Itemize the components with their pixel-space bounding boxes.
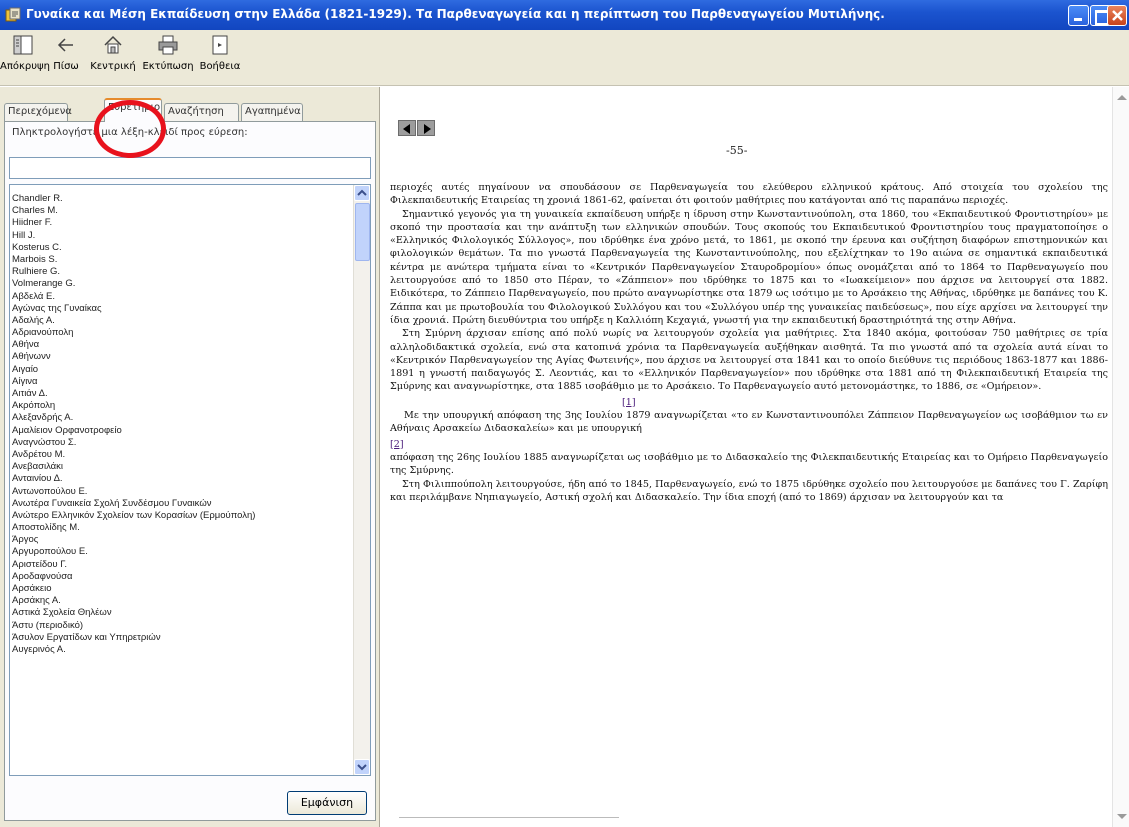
content-scrollbar[interactable] [1112, 87, 1129, 827]
paragraph-5-start: απόφαση [390, 451, 435, 463]
paragraph-6: Στη Φιλιππούπολη λειτουργούσε, ήδη από τ… [390, 478, 1108, 503]
index-list-item[interactable]: Αδαλής Α. [12, 315, 352, 327]
index-list-item[interactable]: Αρσάκειο [12, 583, 352, 595]
index-list-item[interactable]: Αθήνωνν [12, 351, 352, 363]
index-list-item[interactable]: Rulhiere G. [12, 266, 352, 278]
index-list-item[interactable]: Αιγαίο [12, 364, 352, 376]
tab-search[interactable]: Αναζήτηση [164, 103, 239, 121]
tab-favorites[interactable]: Αγαπημένα [241, 103, 303, 121]
print-label: Εκτύπωση [142, 61, 194, 72]
index-list-item[interactable]: Αυγερινός Α. [12, 644, 352, 656]
previous-page-button[interactable] [398, 120, 416, 136]
footnote-separator [399, 817, 619, 818]
page-number: -55- [726, 144, 748, 157]
index-list-item[interactable]: Αργυροπούλου Ε. [12, 546, 352, 558]
window-title: Γυναίκα και Μέση Εκπαίδευση στην Ελλάδα … [26, 7, 885, 21]
chevron-up-icon [357, 189, 367, 196]
close-button[interactable] [1107, 5, 1127, 26]
index-list-item[interactable]: Ακρόπολη [12, 400, 352, 412]
back-label: Πίσω [53, 61, 79, 72]
hide-button[interactable]: Απόκρυψη [0, 32, 50, 82]
back-arrow-icon [57, 38, 73, 52]
index-list-item[interactable]: Αναγνώστου Σ. [12, 437, 352, 449]
help-label: Βοήθεια [199, 61, 241, 72]
home-icon [104, 35, 122, 54]
index-list-item[interactable]: Kosterus C. [12, 242, 352, 254]
index-list-item[interactable]: Άσυλον Εργατίδων και Υπηρετριών [12, 632, 352, 644]
index-list-item[interactable]: Αριστείδου Γ. [12, 559, 352, 571]
navigation-pane: Περιεχόμενα Ευρετήριο Αναζήτηση Αγαπημέν… [0, 87, 380, 827]
toolbar: Απόκρυψη Πίσω Κεντρική Εκτύπωση Βοήθεια [0, 30, 1129, 86]
content-pane: -55- περιοχές αυτές πηγαίνουν να σπουδάσ… [381, 87, 1129, 827]
document-text: περιοχές αυτές πηγαίνουν να σπουδάσουν σ… [390, 181, 1108, 504]
home-button[interactable]: Κεντρική [86, 32, 140, 82]
index-panel: Πληκτρολογήστε μια λέξη-κλειδί προς εύρε… [4, 121, 376, 821]
chevron-down-icon [357, 764, 367, 771]
tab-contents[interactable]: Περιεχόμενα [4, 103, 72, 121]
help-book-icon [5, 7, 21, 22]
index-list-item[interactable]: Αμαλίειον Ορφανοτροφείο [12, 425, 352, 437]
index-list-item[interactable]: Αιτιάν Δ. [12, 388, 352, 400]
paragraph-1: περιοχές αυτές πηγαίνουν να σπουδάσουν σ… [390, 182, 1108, 207]
index-list-item[interactable]: Chandler R. [12, 193, 352, 205]
scroll-thumb[interactable] [355, 203, 370, 261]
back-button[interactable]: Πίσω [47, 32, 85, 82]
hide-label: Απόκρυψη [0, 61, 50, 72]
index-list-item[interactable]: Hill J. [12, 230, 352, 242]
index-list-scrollbar[interactable] [353, 185, 370, 775]
footnote-link-1[interactable]: [1] [622, 397, 636, 408]
index-list-item[interactable]: Αροδαφνούσα [12, 571, 352, 583]
index-list-item[interactable]: Αλεξανδρής Α. [12, 412, 352, 424]
index-list-item[interactable]: Αστικά Σχολεία Θηλέων [12, 607, 352, 619]
paragraph-2: Σημαντικό γεγονός για τη γυναικεία εκπαί… [390, 208, 1108, 326]
index-list-item[interactable]: Ανεβασιλάκι [12, 461, 352, 473]
paragraph-5-rest: της 26ης Ιουλίου 1885 αναγνωρίζεται ως ι… [390, 451, 1108, 477]
printer-icon [158, 35, 178, 55]
index-list-item[interactable]: Ανωτέρα Γυναικεία Σχολή Συνδέσμου Γυναικ… [12, 498, 352, 510]
index-list-item[interactable]: Αγώνας της Γυναίκας [12, 303, 352, 315]
paragraph-4-start: Με την υπουργική απόφαση [404, 410, 542, 422]
minimize-button[interactable] [1068, 5, 1089, 26]
index-keyword-list[interactable]: Chandler R. Charles M. Hiidner F. Hill J. Ko… [9, 184, 371, 776]
index-list-item[interactable]: Charles M. [12, 205, 352, 217]
chevron-up-icon[interactable] [1117, 95, 1127, 100]
next-page-button[interactable] [417, 120, 435, 136]
index-list-item[interactable]: Hiidner F. [12, 217, 352, 229]
index-list-item[interactable]: Αβδελά Ε. [12, 291, 352, 303]
home-label: Κεντρική [90, 61, 136, 72]
scroll-up-button[interactable] [354, 185, 370, 201]
footnote-link-2[interactable]: [2] [390, 439, 404, 450]
index-list-item[interactable]: Volmerange G. [12, 278, 352, 290]
index-list-item[interactable]: Αδριανούπολη [12, 327, 352, 339]
index-list-item[interactable]: Αντωνοπούλου Ε. [12, 486, 352, 498]
index-list-item[interactable]: Ανώτερο Ελληνικόν Σχολείον των Κορασίων … [12, 510, 352, 522]
index-list-item[interactable]: Αρσάκης Α. [12, 595, 352, 607]
help-icon [212, 35, 228, 55]
tab-strip: Περιεχόμενα Ευρετήριο Αναζήτηση Αγαπημέν… [4, 97, 376, 122]
index-list-item[interactable]: Αποστολίδης Μ. [12, 522, 352, 534]
index-list-item[interactable]: Αθήνα [12, 339, 352, 351]
help-button[interactable]: Βοήθεια [196, 32, 244, 82]
show-button[interactable]: Εμφάνιση [287, 791, 367, 815]
index-list-item[interactable]: Marbois S. [12, 254, 352, 266]
index-list-item[interactable]: Ανδρέτου Μ. [12, 449, 352, 461]
highlight-circle [94, 100, 166, 158]
index-items: Chandler R. Charles M. Hiidner F. Hill J. Ko… [12, 193, 352, 656]
paragraph-3: Στη Σμύρνη άρχισαν επίσης από πολύ νωρίς… [390, 328, 1108, 393]
keyword-input[interactable] [9, 157, 371, 179]
index-list-item[interactable]: Ανταινίου Δ. [12, 473, 352, 485]
hide-pane-icon [13, 35, 33, 55]
scroll-down-button[interactable] [354, 759, 370, 775]
title-bar[interactable]: Γυναίκα και Μέση Εκπαίδευση στην Ελλάδα … [0, 0, 1129, 30]
index-list-item[interactable]: Άστυ (περιοδικό) [12, 620, 352, 632]
print-button[interactable]: Εκτύπωση [141, 32, 195, 82]
index-list-item[interactable]: Άργος [12, 534, 352, 546]
chevron-down-icon[interactable] [1117, 814, 1127, 819]
index-list-item[interactable]: Αίγινα [12, 376, 352, 388]
close-icon [1112, 10, 1123, 21]
